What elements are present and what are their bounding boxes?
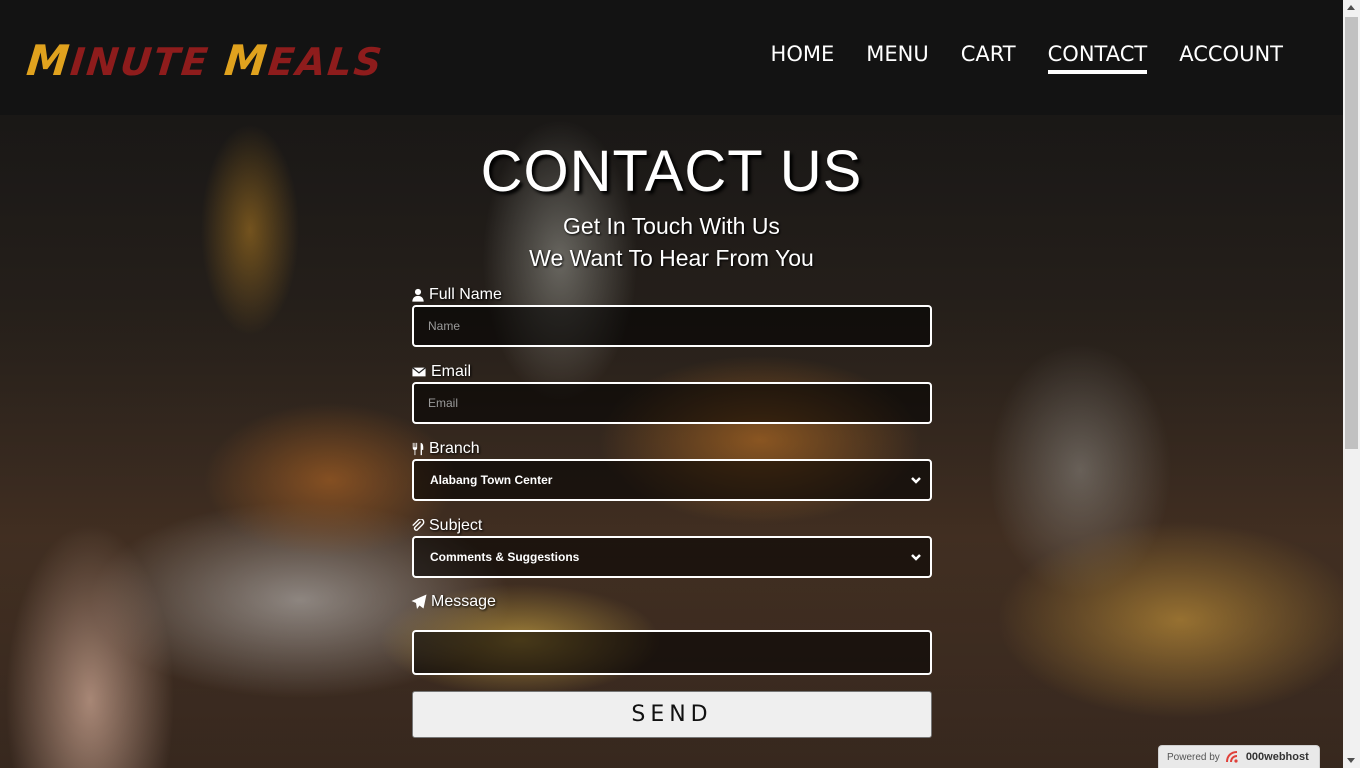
email-input[interactable]	[412, 382, 932, 424]
paperclip-icon	[412, 519, 425, 531]
nav-account[interactable]: ACCOUNT	[1179, 42, 1283, 74]
site-header: MINUTE MEALS HOME MENU CART CONTACT ACCO…	[0, 0, 1343, 115]
envelope-icon	[412, 367, 426, 377]
nav-cart[interactable]: CART	[961, 42, 1016, 74]
chevron-down-icon	[911, 477, 921, 484]
branch-select[interactable]: Alabang Town Center	[412, 459, 932, 501]
full-name-input[interactable]	[412, 305, 932, 347]
email-label: Email	[411, 363, 471, 381]
nav-menu[interactable]: MENU	[866, 42, 928, 74]
site-logo[interactable]: MINUTE MEALS	[24, 36, 386, 85]
branch-label: Branch	[411, 440, 480, 458]
cutlery-icon	[412, 442, 424, 456]
page-subtitle-line1: Get In Touch With Us	[563, 213, 780, 239]
main-nav: HOME MENU CART CONTACT ACCOUNT	[771, 42, 1283, 74]
send-button[interactable]: SEND	[412, 691, 932, 738]
scroll-up-arrow-icon[interactable]	[1347, 5, 1355, 10]
nav-home[interactable]: HOME	[771, 42, 835, 74]
scroll-down-arrow-icon[interactable]	[1347, 758, 1355, 763]
scrollbar-thumb[interactable]	[1345, 17, 1358, 449]
message-label: Message	[411, 593, 496, 611]
webhost-logo-icon	[1225, 751, 1238, 763]
chevron-down-icon	[911, 554, 921, 561]
paper-plane-icon	[411, 594, 427, 609]
subject-label: Subject	[411, 517, 482, 535]
subject-select[interactable]: Comments & Suggestions	[412, 536, 932, 578]
page-scrollbar[interactable]	[1343, 0, 1360, 768]
nav-contact[interactable]: CONTACT	[1047, 42, 1148, 74]
message-textarea[interactable]	[412, 630, 932, 675]
user-icon	[412, 288, 424, 302]
page-subtitle-line2: We Want To Hear From You	[529, 245, 814, 271]
page-title: CONTACT US	[480, 139, 863, 204]
full-name-label: Full Name	[411, 286, 502, 304]
powered-by-badge[interactable]: Powered by 000webhost	[1158, 745, 1320, 768]
